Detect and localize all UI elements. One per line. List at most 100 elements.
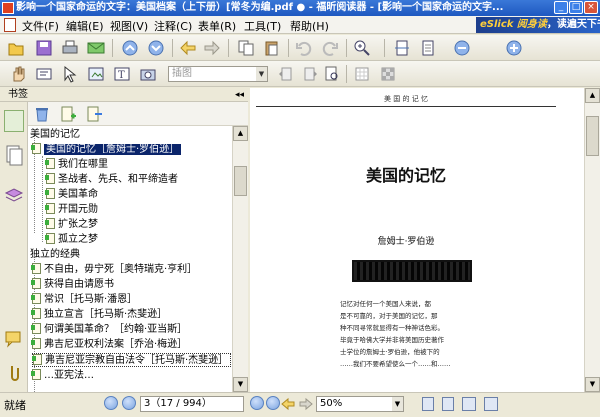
close-button[interactable]: × [584, 1, 598, 14]
undo-icon[interactable] [294, 38, 314, 58]
next-page-icon[interactable] [250, 396, 264, 410]
delete-bookmark-icon[interactable] [32, 104, 52, 124]
typewriter-icon[interactable]: T [112, 64, 132, 84]
expand-bookmark-icon[interactable] [84, 104, 104, 124]
find-combo[interactable]: 插图 ▼ [168, 66, 268, 82]
transparency-icon[interactable] [378, 64, 398, 84]
menu-tools[interactable]: 工具(T) [244, 18, 281, 34]
menu-view[interactable]: 视图(V) [110, 18, 148, 34]
bookmark-item[interactable]: 常识［托马斯·潘恩］ [31, 293, 137, 307]
first-page-icon[interactable] [104, 396, 118, 410]
find-prev-icon[interactable] [276, 64, 296, 84]
single-page-icon[interactable] [422, 397, 434, 411]
bookmark-item[interactable]: 开国元勋 [45, 203, 98, 217]
bookmark-item[interactable]: 独立的经典 [30, 248, 80, 262]
bookmark-item[interactable]: 弗吉尼亚宗教自由法令［托马斯·杰斐逊］ [32, 353, 232, 367]
bookmark-icon [31, 263, 41, 274]
bookmark-item[interactable]: 弗吉尼亚权利法案［乔治·梅逊］ [31, 338, 187, 352]
scroll-up-button[interactable]: ▲ [233, 126, 248, 141]
history-back-icon[interactable] [278, 394, 298, 414]
bookmark-scrollbar[interactable]: ▲ ▼ [232, 126, 248, 392]
print-icon[interactable] [60, 38, 80, 58]
add-bookmark-icon[interactable] [58, 104, 78, 124]
document-viewer[interactable]: 美 国 的 记 忆 美国的记忆 詹姆士·罗伯逊 记忆对任何一个美国人来说，都 是… [250, 88, 600, 392]
back-icon[interactable] [178, 38, 198, 58]
layers-tab-icon[interactable] [4, 184, 24, 206]
scroll-thumb[interactable] [586, 116, 599, 156]
bookmark-label: 独立的经典 [30, 249, 80, 260]
fit-page-icon[interactable] [392, 38, 412, 58]
bookmark-icon [45, 158, 55, 169]
bookmark-item[interactable]: …亚宪法… [31, 369, 94, 383]
bookmark-item[interactable]: 获得自由请愿书 [31, 278, 114, 292]
email-icon[interactable] [86, 38, 106, 58]
select-text-icon[interactable] [34, 64, 54, 84]
collapse-panel-button[interactable]: ◂◂ [235, 88, 244, 102]
arrow-select-icon[interactable] [60, 64, 80, 84]
scroll-thumb[interactable] [234, 166, 247, 196]
grid-icon[interactable] [352, 64, 372, 84]
save-icon[interactable] [34, 38, 54, 58]
zoom-out-circle-icon[interactable] [452, 38, 472, 58]
toolbar-separator [346, 39, 347, 57]
camera-icon[interactable] [138, 64, 158, 84]
facing-icon[interactable] [462, 397, 476, 411]
minimize-button[interactable]: _ [554, 1, 568, 14]
bookmark-item[interactable]: 美国革命 [45, 188, 98, 202]
bookmark-item[interactable]: 扩张之梦 [45, 218, 98, 232]
bookmarks-tab-icon[interactable] [4, 110, 24, 132]
prev-page-icon[interactable] [122, 396, 136, 410]
chevron-down-icon[interactable]: ▼ [392, 397, 403, 411]
zoom-select[interactable]: 50% ▼ [316, 396, 404, 412]
body-line: ……我们不要希望使么一个……和…… [340, 360, 451, 368]
search-icon[interactable] [322, 64, 342, 84]
bookmark-icon [31, 323, 41, 334]
redo-icon[interactable] [320, 38, 340, 58]
status-text: 就绪 [4, 399, 26, 412]
bookmark-label: 我们在哪里 [58, 159, 108, 170]
zoom-in-icon[interactable] [352, 38, 372, 58]
bookmark-item[interactable]: 独立宣言［托马斯·杰斐逊］ [31, 308, 167, 322]
document-scrollbar[interactable]: ▲ ▼ [584, 88, 600, 392]
open-icon[interactable] [6, 38, 26, 58]
find-next-icon[interactable] [300, 64, 320, 84]
scroll-down-button[interactable]: ▼ [585, 377, 600, 392]
zoom-in-circle-icon[interactable] [504, 38, 524, 58]
continuous-icon[interactable] [442, 397, 454, 411]
bookmark-item[interactable]: 不自由，毋宁死［奥特瑞克·亨利］ [31, 263, 197, 277]
page-down-icon[interactable] [146, 38, 166, 58]
scroll-up-button[interactable]: ▲ [585, 88, 600, 103]
snapshot-icon[interactable] [86, 64, 106, 84]
maximize-button[interactable]: □ [569, 1, 583, 14]
scroll-down-button[interactable]: ▼ [233, 377, 248, 392]
panel-tab-strip [0, 102, 28, 392]
chevron-down-icon[interactable]: ▼ [256, 67, 267, 81]
bookmark-item[interactable]: 美国的记忆［詹姆士·罗伯逊］ [31, 143, 182, 157]
pages-tab-icon[interactable] [4, 144, 24, 166]
bookmark-item[interactable]: 何谓美国革命？［约翰·亚当斯］ [31, 323, 187, 337]
page-up-icon[interactable] [120, 38, 140, 58]
attachments-tab-icon[interactable] [4, 362, 24, 384]
menu-help[interactable]: 帮助(H) [290, 18, 329, 34]
fit-width-icon[interactable] [418, 38, 438, 58]
copy-icon[interactable] [236, 38, 256, 58]
menu-edit[interactable]: 编辑(E) [66, 18, 104, 34]
menu-form[interactable]: 表单(R) [198, 18, 236, 34]
bookmark-item[interactable]: 我们在哪里 [45, 158, 108, 172]
bookmark-item[interactable]: 孤立之梦 [45, 233, 98, 247]
comments-tab-icon[interactable] [4, 328, 24, 350]
ad-slogan: ，读遍天下书！ [546, 19, 600, 30]
bookmark-item[interactable]: 圣战者、先兵、和平缔造者 [45, 173, 178, 187]
menu-comment[interactable]: 注释(C) [154, 18, 192, 34]
bookmark-icon [31, 278, 41, 289]
bookmark-tree: 美国的记忆 美国的记忆［詹姆士·罗伯逊］ 我们在哪里 圣战者、先兵、和平缔造者 … [28, 126, 232, 392]
continuous-facing-icon[interactable] [484, 397, 498, 411]
forward-icon[interactable] [202, 38, 222, 58]
ad-banner[interactable]: eSlick 阅身读，读遍天下书！ [476, 17, 600, 33]
paste-icon[interactable] [262, 38, 282, 58]
menu-file[interactable]: 文件(F) [22, 18, 59, 34]
page-number-field[interactable]: 3（17 / 994） [140, 396, 244, 412]
hand-tool-icon[interactable] [8, 64, 28, 84]
history-forward-icon[interactable] [296, 394, 316, 414]
bookmark-item[interactable]: 美国的记忆 [30, 128, 80, 142]
